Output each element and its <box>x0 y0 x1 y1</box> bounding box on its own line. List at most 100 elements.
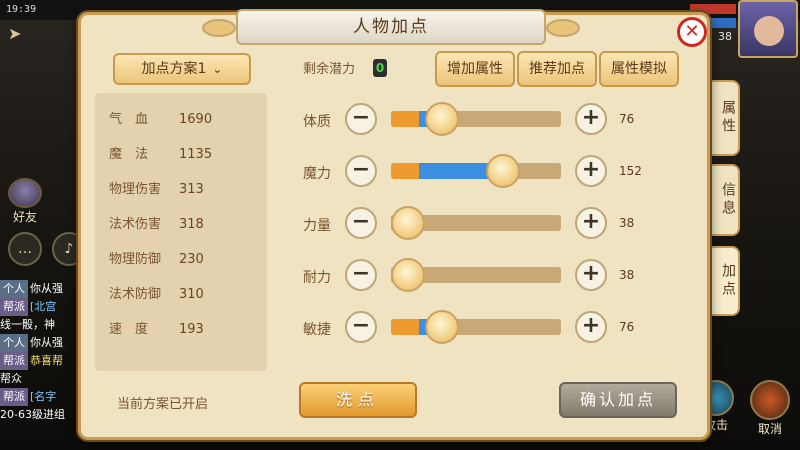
plan-dropdown[interactable]: 加点方案1 ⌄ <box>113 53 251 85</box>
stat-label: 物理防御 <box>109 252 162 267</box>
chat-line: 帮众 <box>0 370 80 388</box>
recommend-points-button[interactable]: 推荐加点 <box>517 51 597 87</box>
attribute-label: 敏捷 <box>303 322 331 338</box>
attribute-label: 力量 <box>303 218 331 234</box>
chat-text: [北宫 <box>30 300 57 313</box>
chat-line: 帮派 [名字 <box>0 388 80 406</box>
stat-value: 1690 <box>179 112 213 127</box>
potential-label: 剩余潜力 <box>303 62 356 77</box>
stat-label: 法术伤害 <box>109 217 162 232</box>
decrease-button[interactable]: − <box>345 311 377 343</box>
minus-icon: − <box>351 313 371 338</box>
chat-text: 20-63级进组 <box>0 408 65 421</box>
chat-line: 帮派 [北宫 <box>0 298 80 316</box>
plan-dropdown-label: 加点方案1 <box>141 61 207 77</box>
tab-label: 加点 <box>720 263 736 299</box>
reset-points-button[interactable]: 洗点 <box>299 382 417 418</box>
chat-log: 个人 你从强 帮派 [北宫 线一骰，神 个人 你从强 帮派 恭喜帮 帮众 帮派 [名字 20-63级进组 <box>0 280 80 450</box>
chat-text: 你从强 <box>30 282 63 295</box>
decrease-button[interactable]: − <box>345 259 377 291</box>
stat-value: 230 <box>179 252 204 267</box>
minus-icon: − <box>351 209 371 234</box>
chat-channel-tag[interactable]: 帮派 <box>0 388 28 406</box>
stat-label: 魔 法 <box>109 147 149 162</box>
increase-button[interactable]: + <box>575 207 607 239</box>
simulate-attributes-button[interactable]: 属性模拟 <box>599 51 679 87</box>
plus-icon: + <box>581 261 601 286</box>
chat-text: [名字 <box>30 390 57 403</box>
minus-icon: − <box>351 105 371 130</box>
slider-handle[interactable] <box>425 102 459 136</box>
minus-icon: − <box>351 261 371 286</box>
slider-handle[interactable] <box>391 258 425 292</box>
stat-value: 1135 <box>179 147 213 162</box>
chat-text: 帮众 <box>0 372 22 385</box>
cancel-button[interactable]: 取消 <box>748 380 792 440</box>
add-attribute-button[interactable]: 增加属性 <box>435 51 515 87</box>
player-avatar[interactable] <box>738 0 798 58</box>
slider-base-fill <box>391 111 419 127</box>
plus-icon: + <box>581 105 601 130</box>
attribute-label: 体质 <box>303 114 331 130</box>
attribute-label: 魔力 <box>303 166 331 182</box>
increase-button[interactable]: + <box>575 103 607 135</box>
chat-channel-tag[interactable]: 个人 <box>0 334 28 352</box>
decrease-button[interactable]: − <box>345 155 377 187</box>
cancel-label: 取消 <box>757 422 782 436</box>
dialog-title: 人物加点 <box>353 17 429 37</box>
decrease-button[interactable]: − <box>345 207 377 239</box>
stat-row: 速 度 193 <box>109 318 204 338</box>
clock-text: 19:39 <box>6 4 37 15</box>
friends-avatar-icon <box>8 178 42 208</box>
plus-icon: + <box>581 209 601 234</box>
increase-button[interactable]: + <box>575 155 607 187</box>
slider-handle[interactable] <box>486 154 520 188</box>
title-ornament-icon <box>546 19 580 37</box>
attribute-slider-track[interactable] <box>391 111 561 127</box>
navigation-icon[interactable]: ➤ <box>8 24 28 44</box>
stat-row: 气 血 1690 <box>109 108 212 128</box>
chat-line: 个人 你从强 <box>0 334 80 352</box>
chevron-down-icon: ⌄ <box>212 62 223 76</box>
potential-value: 0 <box>373 59 387 77</box>
chat-bubble-icon[interactable]: … <box>8 232 42 266</box>
slider-handle[interactable] <box>391 206 425 240</box>
attribute-value: 38 <box>619 268 635 282</box>
increase-button[interactable]: + <box>575 311 607 343</box>
tab-label: 信息 <box>720 182 736 218</box>
title-ornament-icon <box>202 19 236 37</box>
stat-value: 193 <box>179 322 204 337</box>
chat-line: 线一骰，神 <box>0 316 80 334</box>
close-icon: ✕ <box>684 21 700 42</box>
plus-icon: + <box>581 157 601 182</box>
friends-button[interactable]: 好友 <box>2 178 48 226</box>
confirm-points-button[interactable]: 确认加点 <box>559 382 677 418</box>
avatar-face-icon <box>754 16 784 46</box>
stat-row: 物理防御 230 <box>109 248 204 268</box>
player-level: 38 <box>718 30 732 43</box>
attribute-slider-track[interactable] <box>391 319 561 335</box>
chat-channel-tag[interactable]: 帮派 <box>0 352 28 370</box>
attribute-value: 76 <box>619 320 635 334</box>
close-button[interactable]: ✕ <box>677 17 707 47</box>
stat-row: 法术防御 310 <box>109 283 204 303</box>
stats-panel: 气 血 1690 魔 法 1135 物理伤害 313 法术伤害 318 物理防御 230 法术防御 3… <box>95 93 267 371</box>
slider-base-fill <box>391 319 419 335</box>
cancel-icon <box>750 380 790 420</box>
chat-channel-tag[interactable]: 帮派 <box>0 298 28 316</box>
chat-channel-tag[interactable]: 个人 <box>0 280 28 298</box>
plan-status-text: 当前方案已开启 <box>117 397 209 412</box>
decrease-button[interactable]: − <box>345 103 377 135</box>
increase-button[interactable]: + <box>575 259 607 291</box>
tab-label: 属性 <box>720 100 736 136</box>
chat-text: 线一骰，神 <box>0 318 55 331</box>
stat-value: 310 <box>179 287 204 302</box>
dialog-title-bar: 人物加点 <box>202 9 580 45</box>
attribute-value: 38 <box>619 216 635 230</box>
slider-handle[interactable] <box>425 310 459 344</box>
attribute-slider-track[interactable] <box>391 163 561 179</box>
stat-label: 速 度 <box>109 322 149 337</box>
attribute-value: 76 <box>619 112 635 126</box>
stat-label: 气 血 <box>109 112 149 127</box>
plus-icon: + <box>581 313 601 338</box>
